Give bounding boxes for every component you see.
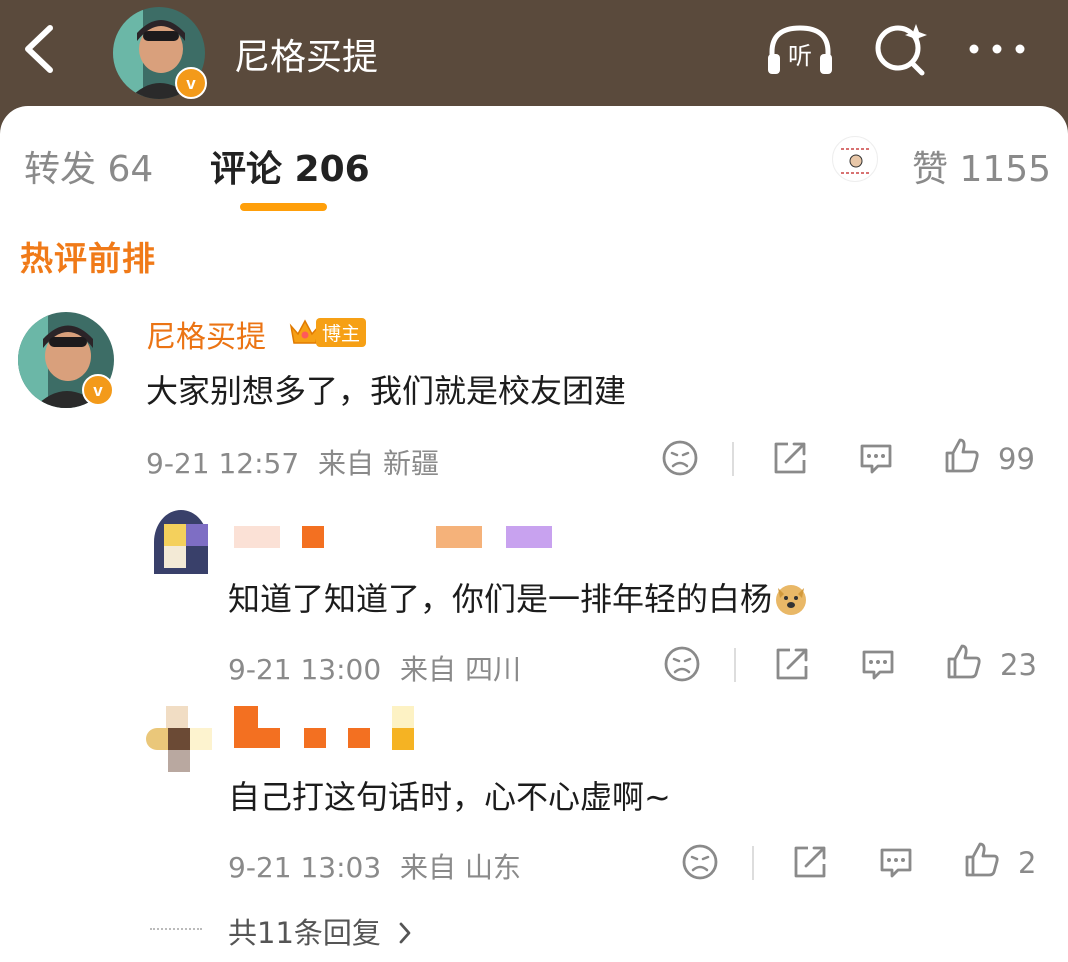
thumbs-up-icon[interactable]	[962, 840, 1002, 880]
section-title: 热评前排	[20, 239, 156, 278]
active-tab-indicator	[240, 203, 327, 211]
replies-link-label: 共11条回复	[228, 916, 381, 950]
top-bar: v 尼格买提 听	[0, 0, 1068, 110]
back-button[interactable]	[18, 22, 62, 76]
reply-avatar-pixelated[interactable]	[146, 706, 214, 774]
reply-time: 9-21 13:03	[228, 851, 382, 884]
author-avatar[interactable]: v	[113, 7, 207, 99]
thumbs-up-icon[interactable]	[942, 436, 982, 476]
reply-meta: 9-21 13:00 来自 四川	[228, 648, 521, 688]
like-count: 23	[1000, 648, 1037, 682]
search-button[interactable]	[872, 22, 934, 76]
headphones-icon: 听	[768, 25, 832, 74]
doge-emoji-icon	[776, 585, 807, 615]
reply-username-pixelated[interactable]	[234, 526, 564, 550]
comment-from: 来自	[318, 447, 375, 480]
thumbs-up-icon[interactable]	[944, 642, 984, 682]
tab-likes[interactable]: 赞 1155	[912, 140, 1051, 192]
badge-label: 博主	[316, 317, 367, 347]
comment-text: 大家别想多了，我们就是校友团建	[146, 372, 627, 410]
comment-time: 9-21 12:57	[146, 447, 300, 480]
reply-avatar-pixelated[interactable]	[146, 506, 214, 574]
divider	[734, 648, 736, 682]
more-button[interactable]	[966, 22, 1028, 76]
comment-avatar[interactable]: v	[18, 312, 114, 408]
tab-comments[interactable]: 评论 206	[210, 140, 370, 192]
page-title: 尼格买提	[234, 37, 379, 78]
reply-username-pixelated[interactable]	[234, 706, 424, 754]
share-icon[interactable]	[790, 842, 830, 882]
chevron-right-icon	[399, 922, 411, 944]
reply-bubble-icon[interactable]	[856, 438, 896, 478]
like-sticker-icon	[832, 136, 878, 182]
reply-text: 知道了知道了，你们是一排年轻的白杨	[228, 574, 808, 620]
replies-dotted-line	[150, 928, 202, 930]
reply-bubble-icon[interactable]	[876, 842, 916, 882]
svg-text:v: v	[93, 381, 103, 400]
svg-text:听: 听	[788, 42, 812, 70]
reply-text: 自己打这句话时，心不心虚啊~	[228, 778, 671, 816]
chevron-left-icon	[25, 25, 53, 73]
like-count: 99	[998, 442, 1035, 476]
dislike-face-icon[interactable]	[662, 644, 702, 684]
divider	[752, 846, 754, 880]
author-badge: 博主	[288, 316, 367, 348]
comment-location: 新疆	[382, 447, 439, 480]
reply-meta: 9-21 13:03 来自 山东	[228, 846, 521, 886]
dislike-face-icon[interactable]	[660, 438, 700, 478]
tab-repost[interactable]: 转发 64	[24, 140, 153, 192]
reply-from: 来自	[400, 851, 457, 884]
svg-text:v: v	[186, 74, 196, 93]
reply-location: 四川	[464, 653, 521, 686]
like-count: 2	[1018, 846, 1037, 880]
reply-time: 9-21 13:00	[228, 653, 382, 686]
dislike-face-icon[interactable]	[680, 842, 720, 882]
verified-badge-icon: v	[82, 374, 114, 406]
reply-bubble-icon[interactable]	[858, 644, 898, 684]
share-icon[interactable]	[770, 438, 810, 478]
search-sparkle-icon	[875, 24, 927, 76]
share-icon[interactable]	[772, 644, 812, 684]
verified-badge-icon: v	[175, 67, 207, 99]
comment-meta: 9-21 12:57 来自 新疆	[146, 442, 439, 482]
listen-button[interactable]: 听	[766, 22, 832, 76]
reply-from: 来自	[400, 653, 457, 686]
more-dots-icon	[969, 44, 1025, 54]
divider	[732, 442, 734, 476]
reply-location: 山东	[464, 851, 521, 884]
comment-username[interactable]: 尼格买提	[146, 312, 266, 356]
view-replies-link[interactable]: 共11条回复	[228, 910, 412, 952]
